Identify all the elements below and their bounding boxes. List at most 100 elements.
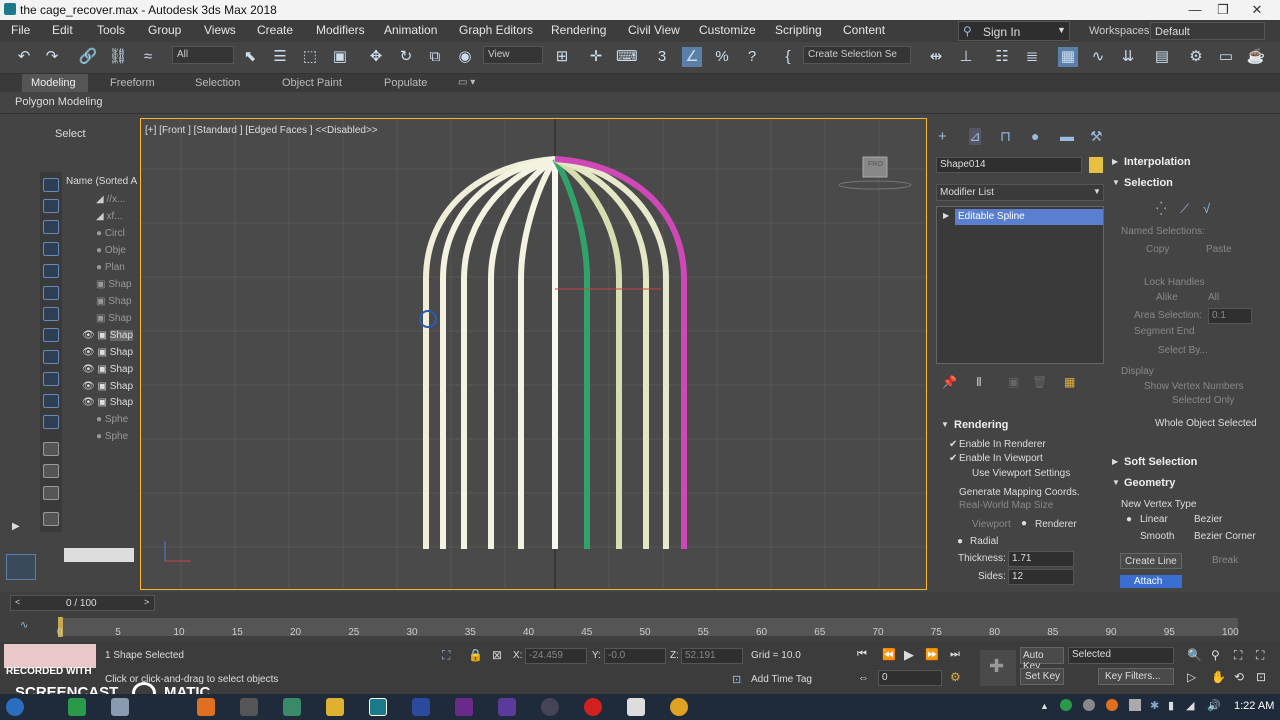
sides-spinner[interactable]: 12: [1008, 569, 1074, 585]
filter-hidden-icon[interactable]: [43, 415, 59, 429]
select-by-name-icon[interactable]: ☰: [270, 47, 290, 67]
menu-file[interactable]: File: [11, 23, 30, 37]
mirror-icon[interactable]: ⇹: [926, 47, 946, 67]
battery-icon[interactable]: ▮: [1168, 699, 1174, 712]
workspaces-dropdown[interactable]: Default: [1150, 22, 1265, 40]
pivot-center-icon[interactable]: ⊞: [552, 47, 572, 67]
object-name-field[interactable]: Shape014: [936, 157, 1082, 173]
filter-frozen-icon[interactable]: [43, 394, 59, 408]
align-icon[interactable]: ⊥: [956, 47, 976, 67]
viewport-label[interactable]: [+] [Front ] [Standard ] [Edged Faces ] …: [145, 125, 378, 136]
menu-group[interactable]: Group: [148, 23, 181, 37]
area-selection-spinner[interactable]: 0.1: [1208, 308, 1252, 324]
rendering-rollout-title[interactable]: Rendering: [954, 419, 1008, 431]
fov-icon[interactable]: ▷: [1187, 670, 1196, 684]
auto-key-button[interactable]: Auto Key: [1020, 647, 1064, 672]
filter-helpers-icon[interactable]: [43, 264, 59, 278]
show-end-result-icon[interactable]: Ⅱ: [976, 375, 982, 389]
redo-icon[interactable]: ↷: [42, 47, 62, 67]
filter-spacewarps-icon[interactable]: [43, 286, 59, 300]
vertex-mode-icon[interactable]: ⁛: [1156, 201, 1166, 217]
layer-explorer-icon[interactable]: ≣: [1022, 47, 1042, 67]
minimize-button[interactable]: —: [1180, 0, 1210, 20]
list-item[interactable]: ● Plan: [66, 262, 136, 278]
sign-in-dropdown[interactable]: ⚲ Sign In ▼: [958, 21, 1070, 41]
segment-end-label[interactable]: Segment End: [1134, 326, 1195, 337]
ribbon-toggle-icon[interactable]: ▦: [1058, 47, 1078, 67]
list-item[interactable]: 👁 ▣ Shap: [66, 364, 136, 380]
link-icon[interactable]: 🔗: [78, 47, 98, 67]
motion-tab-icon[interactable]: ●: [1031, 128, 1039, 144]
tray-app-icon[interactable]: [1060, 699, 1072, 711]
copy-button[interactable]: Copy: [1146, 244, 1169, 255]
soft-selection-rollout-title[interactable]: Soft Selection: [1124, 456, 1197, 468]
curve-editor-icon[interactable]: ∿: [1088, 47, 1108, 67]
show-vertex-numbers-label[interactable]: Show Vertex Numbers: [1144, 381, 1244, 392]
menu-edit[interactable]: Edit: [52, 23, 73, 37]
attach-button[interactable]: Attach: [1120, 575, 1182, 588]
list-item[interactable]: ● Circl: [66, 228, 136, 244]
radial-radio[interactable]: ●: [957, 536, 963, 547]
edit-named-sets-icon[interactable]: {: [778, 47, 798, 67]
render-icon[interactable]: ☕: [1246, 47, 1266, 67]
stack-item-editable-spline[interactable]: Editable Spline: [955, 209, 1103, 225]
taskbar-app-icon[interactable]: [541, 698, 559, 716]
menu-create[interactable]: Create: [257, 23, 293, 37]
maximize-button[interactable]: ❐: [1208, 0, 1238, 20]
select-manipulate-icon[interactable]: ✛: [586, 47, 606, 67]
list-item[interactable]: ▣ Shap: [66, 313, 136, 329]
taskbar-app-icon[interactable]: [68, 698, 86, 716]
tab-modeling[interactable]: Modeling: [22, 74, 88, 92]
real-world-map-size-label[interactable]: Real-World Map Size: [959, 500, 1053, 511]
taskbar-cmd-icon[interactable]: [240, 698, 258, 716]
keyboard-shortcut-icon[interactable]: ⌨: [616, 47, 638, 67]
taskbar-app-icon[interactable]: [283, 698, 301, 716]
ribbon-options-icon[interactable]: ▭ ▾: [458, 77, 475, 88]
placement-icon[interactable]: ◉: [455, 47, 475, 67]
use-viewport-settings-label[interactable]: Use Viewport Settings: [972, 468, 1070, 479]
rotate-icon[interactable]: ↻: [396, 47, 416, 67]
rollout-collapse-icon[interactable]: ▼: [1112, 178, 1120, 187]
configure-sets-icon[interactable]: ▦: [1064, 375, 1075, 389]
window-crossing-icon[interactable]: ▣: [330, 47, 350, 67]
cage-bar-selected-green[interactable]: [552, 157, 590, 549]
enable-in-renderer-checkbox[interactable]: ✔: [949, 439, 957, 450]
selection-filter-dropdown[interactable]: All: [172, 46, 234, 64]
schematic-view-icon[interactable]: ⇊: [1118, 47, 1138, 67]
goto-start-icon[interactable]: ⏮: [857, 648, 867, 661]
spline-mode-icon[interactable]: √: [1203, 201, 1210, 216]
object-color-swatch[interactable]: [1089, 157, 1103, 173]
filter-groups-icon[interactable]: [43, 307, 59, 321]
cage-bar[interactable]: [518, 157, 558, 549]
lock-handles-label[interactable]: Lock Handles: [1144, 277, 1205, 288]
spinner-snap-icon[interactable]: ?: [742, 47, 762, 67]
scene-explorer-icon[interactable]: ☷: [992, 47, 1012, 67]
cage-bar[interactable]: [461, 156, 556, 549]
start-button-icon[interactable]: [6, 698, 24, 716]
area-selection-label[interactable]: Area Selection:: [1134, 310, 1202, 321]
set-key-button[interactable]: Set Key: [1020, 668, 1064, 685]
segment-mode-icon[interactable]: ⟋: [1180, 201, 1189, 217]
menu-rendering[interactable]: Rendering: [551, 23, 606, 37]
smooth-radio-label[interactable]: Smooth: [1140, 531, 1174, 542]
time-tag-icon[interactable]: ⊡: [732, 673, 741, 686]
zoom-icon[interactable]: 🔍: [1187, 648, 1202, 662]
taskbar-app-icon[interactable]: [111, 698, 129, 716]
list-item[interactable]: 👁 ▣ Shap: [66, 330, 136, 346]
menu-graph-editors[interactable]: Graph Editors: [459, 23, 533, 37]
expand-arrow-icon[interactable]: ▶: [12, 521, 20, 532]
list-item[interactable]: 👁 ▣ Shap: [66, 397, 136, 413]
zoom-extents-all-icon[interactable]: ⛶: [1256, 648, 1264, 663]
linear-radio[interactable]: ●: [1126, 514, 1132, 525]
current-frame-field[interactable]: 0: [878, 670, 942, 686]
utilities-tab-icon[interactable]: ⚒: [1090, 128, 1103, 145]
tray-overflow-icon[interactable]: ▲: [1040, 701, 1049, 711]
menu-animation[interactable]: Animation: [384, 23, 437, 37]
filter-bones-icon[interactable]: [43, 350, 59, 364]
filter-cameras-icon[interactable]: [43, 242, 59, 256]
menu-civil-view[interactable]: Civil View: [628, 23, 680, 37]
angle-snap-icon[interactable]: ∠: [682, 47, 702, 67]
taskbar-document-icon[interactable]: [627, 698, 645, 716]
play-icon[interactable]: ▶: [904, 647, 914, 663]
horizontal-scrollbar[interactable]: [64, 548, 134, 562]
